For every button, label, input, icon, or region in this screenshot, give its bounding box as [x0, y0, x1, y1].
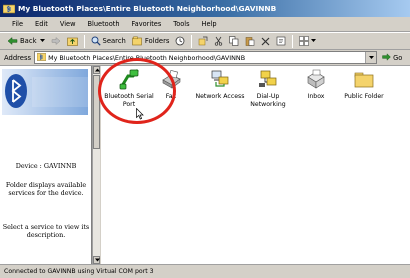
serial-port-icon — [118, 68, 140, 90]
scroll-thumb[interactable] — [93, 75, 100, 149]
status-text: Connected to GAVINNB using Virtual COM p… — [4, 268, 154, 275]
toolbar-separator — [292, 34, 294, 48]
menu-tools[interactable]: Tools — [167, 20, 195, 28]
move-to-icon — [198, 36, 208, 46]
go-button[interactable]: Go — [382, 52, 403, 63]
back-button[interactable]: Back — [4, 33, 48, 49]
address-label: Address — [4, 53, 32, 62]
toolbar-separator — [191, 34, 193, 48]
service-public-folder[interactable]: Public Folder — [336, 68, 392, 101]
scroll-up-icon — [95, 68, 100, 72]
search-button[interactable]: Search — [88, 33, 129, 49]
paste-icon — [245, 36, 255, 46]
paste-button[interactable] — [242, 33, 258, 49]
up-folder-button[interactable] — [64, 33, 81, 49]
title-bar[interactable]: My Bluetooth Places\Entire Bluetooth Nei… — [0, 0, 410, 17]
menu-favorites[interactable]: Favorites — [126, 20, 168, 28]
folders-icon — [132, 36, 143, 46]
search-label: Search — [102, 37, 126, 45]
back-dropdown-icon[interactable] — [39, 39, 45, 43]
address-dropdown-icon[interactable] — [365, 52, 377, 63]
device-name-text: Device : GAVINNB — [15, 162, 77, 170]
scroll-down-button[interactable] — [93, 256, 100, 264]
scroll-up-button[interactable] — [93, 66, 100, 74]
network-access-icon — [209, 68, 231, 90]
scissors-icon — [214, 36, 223, 46]
move-to-button[interactable] — [195, 33, 211, 49]
forward-button[interactable] — [48, 33, 64, 49]
back-label: Back — [20, 37, 37, 45]
menu-help[interactable]: Help — [196, 20, 223, 28]
bluetooth-banner — [2, 69, 88, 115]
fax-icon — [160, 68, 182, 90]
inbox-icon — [305, 68, 327, 90]
service-label: Public Folder — [344, 93, 384, 100]
bluetooth-places-icon — [2, 4, 16, 14]
back-arrow-icon — [7, 36, 18, 46]
address-bar: Address My Bluetooth Places\Entire Bluet… — [0, 50, 410, 66]
bluetooth-logo-icon — [5, 74, 88, 108]
search-icon — [91, 36, 101, 46]
up-folder-icon — [66, 36, 78, 46]
service-label: Network Access — [195, 93, 245, 100]
history-icon — [175, 36, 185, 46]
info-pane-scrollbar[interactable] — [92, 66, 100, 264]
properties-button[interactable] — [273, 33, 289, 49]
views-icon — [299, 36, 310, 46]
menu-bar: File Edit View Bluetooth Favorites Tools… — [0, 17, 410, 32]
address-value: My Bluetooth Places\Entire Bluetooth Nei… — [48, 53, 246, 62]
history-button[interactable] — [172, 33, 188, 49]
forward-arrow-icon — [51, 36, 61, 46]
window-title: My Bluetooth Places\Entire Bluetooth Nei… — [18, 4, 277, 13]
go-arrow-icon — [382, 52, 391, 63]
folders-button[interactable]: Folders — [129, 33, 173, 49]
info-pane: Device : GAVINNB Folder displays availab… — [0, 66, 92, 264]
address-field[interactable]: My Bluetooth Places\Entire Bluetooth Nei… — [34, 51, 378, 64]
cut-button[interactable] — [211, 33, 226, 49]
services-view: Bluetooth Serial Port Fax Network Access… — [101, 66, 410, 264]
properties-icon — [276, 36, 286, 46]
dialup-networking-icon — [257, 68, 279, 90]
service-fax[interactable]: Fax — [143, 68, 199, 101]
views-dropdown-icon[interactable] — [311, 39, 317, 43]
folder-icon — [353, 68, 375, 90]
service-label: Inbox — [307, 93, 325, 100]
toolbar-separator — [83, 34, 85, 48]
select-hint-text: Select a service to view its description… — [2, 223, 90, 239]
delete-button[interactable] — [258, 33, 273, 49]
copy-icon — [229, 36, 239, 46]
mouse-cursor-icon — [136, 107, 144, 122]
menu-view[interactable]: View — [54, 20, 82, 28]
delete-icon — [261, 37, 270, 46]
go-label: Go — [393, 53, 403, 62]
folder-info-text: Folder displays available services for t… — [5, 181, 87, 197]
menu-edit[interactable]: Edit — [29, 20, 54, 28]
menu-file[interactable]: File — [6, 20, 29, 28]
scroll-down-icon — [95, 258, 100, 262]
toolbar: Back Search Folders — [0, 32, 410, 50]
folders-label: Folders — [144, 37, 170, 45]
service-label: Fax — [165, 93, 177, 100]
explorer-window: My Bluetooth Places\Entire Bluetooth Nei… — [0, 0, 410, 278]
status-bar: Connected to GAVINNB using Virtual COM p… — [0, 264, 410, 278]
menu-bluetooth[interactable]: Bluetooth — [81, 20, 125, 28]
address-bluetooth-icon — [36, 52, 47, 63]
views-button[interactable] — [296, 33, 319, 49]
copy-button[interactable] — [226, 33, 242, 49]
